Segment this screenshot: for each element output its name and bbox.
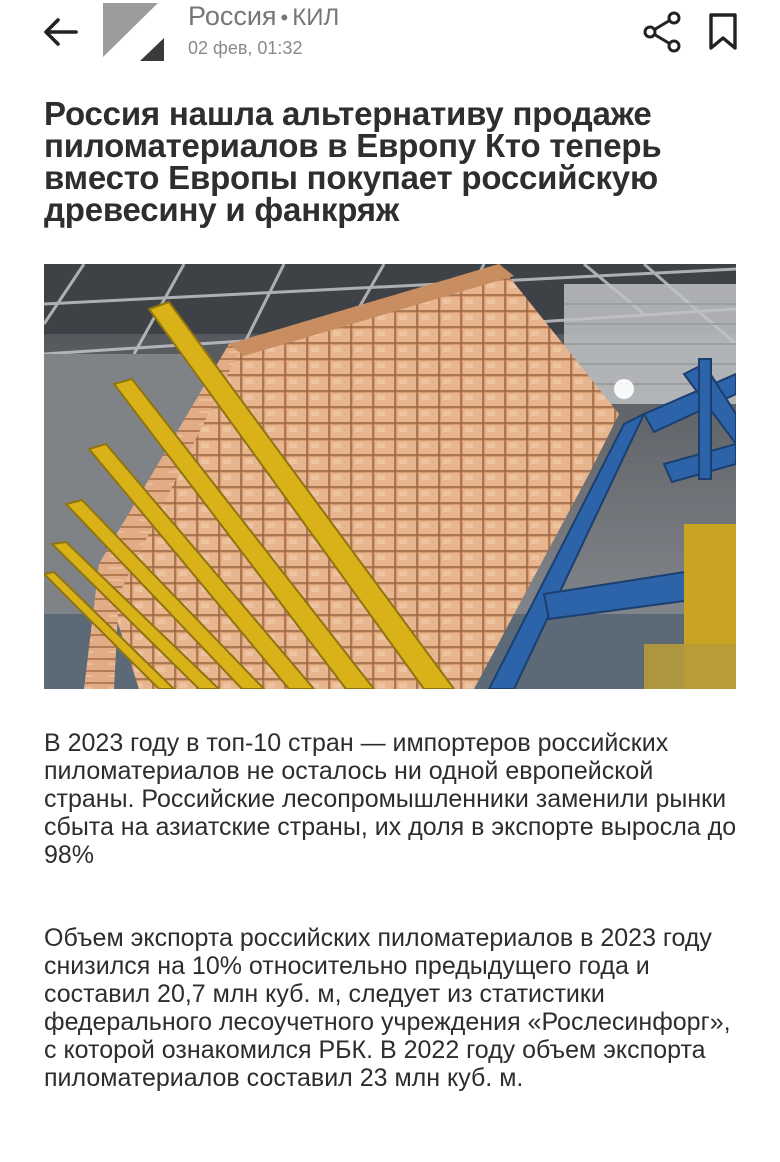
top-bar: Россия • КИЛ 02 фев, 01:32 <box>0 0 780 70</box>
bookmark-button[interactable] <box>701 10 745 54</box>
arrow-left-icon <box>44 18 78 46</box>
source-tag[interactable]: КИЛ <box>292 4 339 31</box>
share-icon <box>643 11 681 53</box>
source-logo[interactable] <box>103 3 164 61</box>
article-image[interactable] <box>44 264 736 689</box>
back-button[interactable] <box>38 10 82 54</box>
publish-date: 02 фев, 01:32 <box>188 38 303 58</box>
separator-dot: • <box>280 5 289 30</box>
article-title: Россия нашла альтернативу продаже пилома… <box>44 95 662 228</box>
article-paragraph-2: Объем экспорта российских пиломатериалов… <box>44 924 731 1092</box>
source-name[interactable]: Россия <box>188 1 277 31</box>
bookmark-icon <box>709 13 737 50</box>
article-paragraph-1: В 2023 году в топ-10 стран — импортеров … <box>44 729 737 869</box>
share-button[interactable] <box>640 10 684 54</box>
source-meta: Россия • КИЛ 02 фев, 01:32 <box>188 0 339 59</box>
